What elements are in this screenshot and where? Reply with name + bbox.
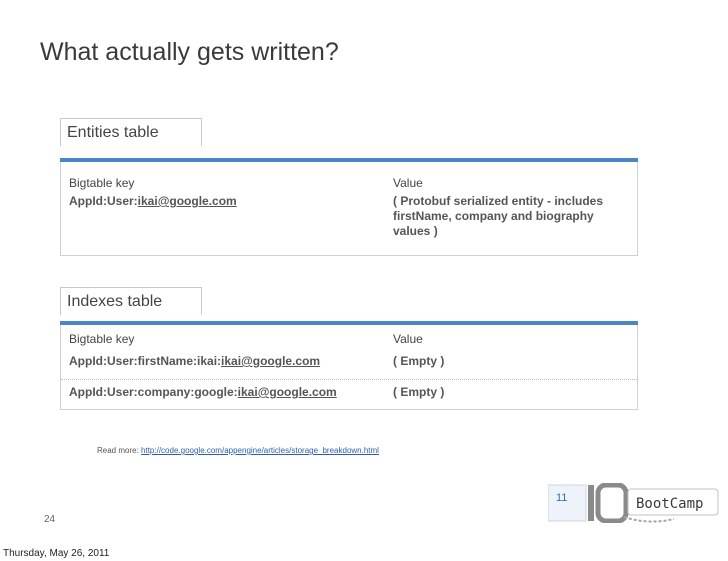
entities-row-key-prefix: AppId:User: xyxy=(69,194,138,208)
indexes-row-key-prefix: AppId:User:firstName:ikai: xyxy=(69,354,222,368)
indexes-row-value: ( Empty ) xyxy=(393,385,445,399)
entities-table-label: Entities table xyxy=(60,118,202,146)
slide-number: 24 xyxy=(44,514,56,525)
indexes-row-key-prefix: AppId:User:company:google: xyxy=(69,385,238,399)
logo-number: 11 xyxy=(556,492,567,504)
entities-row-key-email[interactable]: ikai@google.com xyxy=(138,194,237,208)
indexes-table-label: Indexes table xyxy=(60,287,202,315)
entities-row-value-line: values ) xyxy=(393,224,438,238)
table-row: AppId:User:firstName:ikai:ikai@google.co… xyxy=(61,349,637,379)
indexes-table-header: Bigtable key Value xyxy=(61,325,637,349)
indexes-table: Bigtable key Value AppId:User:firstName:… xyxy=(60,325,638,410)
entities-table: Bigtable key Value AppId:User:ikai@googl… xyxy=(60,162,638,256)
read-more-link[interactable]: http://code.google.com/appengine/article… xyxy=(141,446,379,455)
slide-title: What actually gets written? xyxy=(40,38,339,66)
table-row: AppId:User:ikai@google.com ( Protobuf se… xyxy=(61,194,637,239)
indexes-row-key: AppId:User:firstName:ikai:ikai@google.co… xyxy=(61,349,393,379)
io-bootcamp-logo: 11 BootCamp xyxy=(548,483,719,523)
entities-row-value-line: ( Protobuf serialized entity - includes xyxy=(393,194,604,208)
indexes-header-value: Value xyxy=(393,332,423,346)
indexes-row-key-email[interactable]: ikai@google.com xyxy=(238,385,337,399)
indexes-row-key: AppId:User:company:google:ikai@google.co… xyxy=(61,380,393,410)
entities-header-value: Value xyxy=(393,176,423,190)
entities-row-value: ( Protobuf serialized entity - includes … xyxy=(393,194,633,239)
entities-row-value-line: firstName, company and biography xyxy=(393,209,594,223)
read-more: Read more: http://code.google.com/appeng… xyxy=(97,446,379,455)
indexes-row-value: ( Empty ) xyxy=(393,354,445,368)
indexes-header-key: Bigtable key xyxy=(69,332,135,346)
entities-header-key: Bigtable key xyxy=(69,176,135,190)
entities-row-key: AppId:User:ikai@google.com xyxy=(61,194,393,239)
indexes-row-key-email[interactable]: ikai@google.com xyxy=(221,354,320,368)
table-row: AppId:User:company:google:ikai@google.co… xyxy=(61,379,637,410)
footer-date: Thursday, May 26, 2011 xyxy=(3,548,110,559)
entities-table-header: Bigtable key Value xyxy=(61,162,637,194)
logo-text: BootCamp xyxy=(636,496,703,512)
read-more-label: Read more: xyxy=(97,446,139,455)
